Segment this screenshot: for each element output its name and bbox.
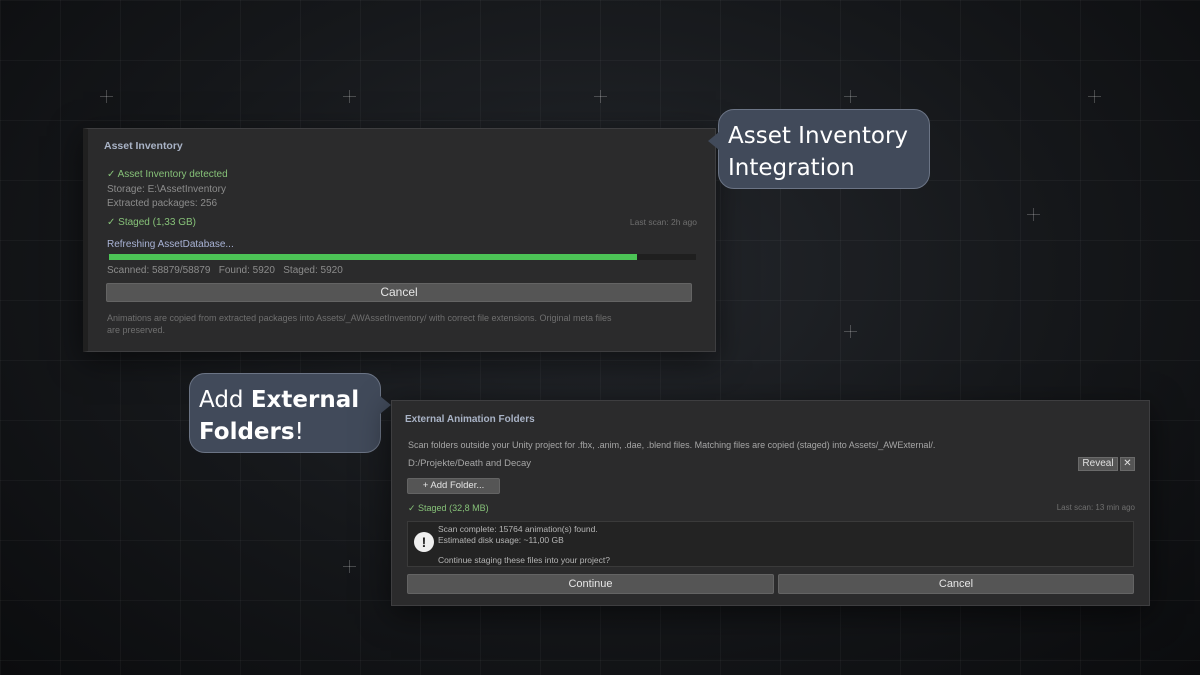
grid-cross-marker xyxy=(100,90,113,103)
callout-bold-external: External xyxy=(250,387,360,413)
callout-external-folders: Add External Folders! xyxy=(189,373,391,453)
info-note-line2: are preserved. xyxy=(107,325,166,335)
confirmation-prompt: ! Scan complete: 15764 animation(s) foun… xyxy=(407,521,1134,567)
last-scan-label: Last scan: 2h ago xyxy=(629,217,697,227)
callout-asset-inventory: Asset Inventory Integration xyxy=(708,109,930,189)
callout-line2: Integration xyxy=(728,155,855,181)
callout-bold-folders: Folders xyxy=(199,419,295,445)
info-note-line1: Animations are copied from extracted pac… xyxy=(107,313,612,323)
progress-fill xyxy=(109,254,638,260)
prompt-line3: Continue staging these files into your p… xyxy=(438,555,610,565)
grid-cross-marker xyxy=(844,90,857,103)
asset-inventory-panel: Asset Inventory ✓ Asset Inventory detect… xyxy=(83,128,716,352)
panel-title: External Animation Folders xyxy=(405,414,535,425)
extracted-packages: Extracted packages: 256 xyxy=(107,198,218,209)
progress-bar xyxy=(109,254,696,260)
continue-button[interactable]: Continue xyxy=(407,574,774,594)
reveal-button[interactable]: Reveal xyxy=(1078,457,1118,471)
folder-path: D:/Projekte/Death and Decay xyxy=(408,458,532,469)
cancel-button[interactable]: Cancel xyxy=(106,283,692,302)
prompt-line1: Scan complete: 15764 animation(s) found. xyxy=(438,524,598,534)
panel-title: Asset Inventory xyxy=(104,140,183,152)
add-folder-button[interactable]: + Add Folder... xyxy=(407,478,500,494)
scan-stats: Scanned: 58879/58879 Found: 5920 Staged:… xyxy=(107,265,343,276)
callout-line1: Asset Inventory xyxy=(728,123,909,149)
grid-cross-marker xyxy=(1027,208,1040,221)
callout-line2: Folders! xyxy=(199,416,380,448)
callout-suffix: ! xyxy=(294,419,304,445)
grid-cross-marker xyxy=(343,90,356,103)
refreshing-label: Refreshing AssetDatabase... xyxy=(107,239,234,250)
description: Scan folders outside your Unity project … xyxy=(408,440,936,450)
storage-path: Storage: E:\AssetInventory xyxy=(107,184,226,195)
callout-prefix: Add xyxy=(199,387,251,413)
callout-tail xyxy=(708,132,719,150)
grid-cross-marker xyxy=(343,560,356,573)
grid-cross-marker xyxy=(844,325,857,338)
staged-status: ✓ Staged (1,33 GB) xyxy=(107,217,196,228)
detected-status: ✓ Asset Inventory detected xyxy=(107,169,228,180)
grid-cross-marker xyxy=(594,90,607,103)
grid-cross-marker xyxy=(1088,90,1101,103)
callout-line1: Add External xyxy=(199,384,380,416)
external-folders-panel: External Animation Folders Scan folders … xyxy=(391,400,1150,606)
staged-status: ✓ Staged (32,8 MB) xyxy=(408,503,489,513)
callout-tail xyxy=(380,396,391,414)
prompt-line2: Estimated disk usage: ~11,00 GB xyxy=(438,535,564,545)
warning-icon: ! xyxy=(414,532,434,552)
remove-folder-button[interactable]: ✕ xyxy=(1120,457,1135,471)
last-scan-label: Last scan: 13 min ago xyxy=(1056,503,1135,512)
cancel-button[interactable]: Cancel xyxy=(778,574,1134,594)
